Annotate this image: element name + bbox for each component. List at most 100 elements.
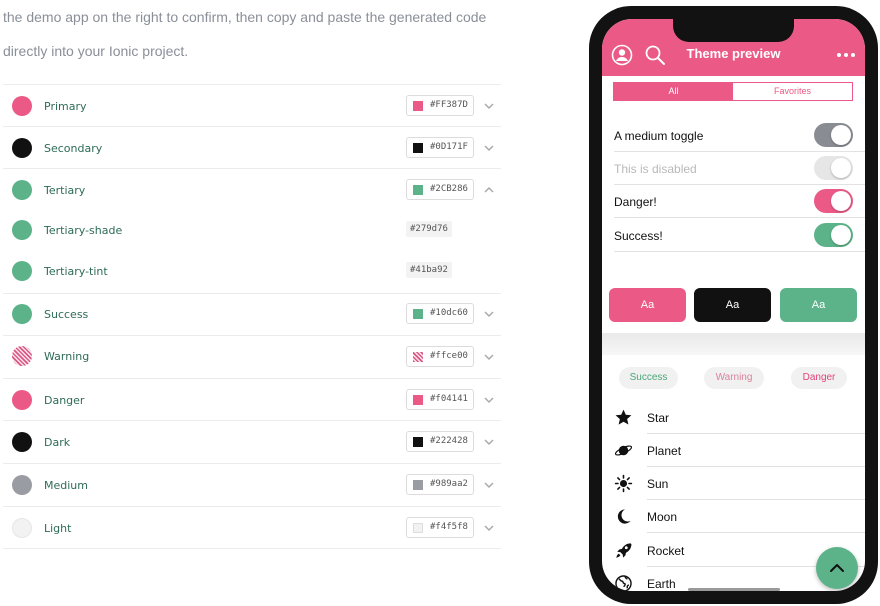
list-item-planet[interactable]: Planet <box>602 434 865 467</box>
color-row-danger[interactable]: Danger #f04141 <box>3 378 501 420</box>
color-name: Dark <box>44 436 71 449</box>
sun-icon <box>614 474 633 493</box>
hex-input[interactable]: #0D171F <box>406 137 474 158</box>
color-row-secondary[interactable]: Secondary #0D171F <box>3 126 501 168</box>
color-row-primary[interactable]: Primary #FF387D <box>3 84 501 126</box>
hex-value: #f04141 <box>430 394 468 404</box>
danger-toggle[interactable] <box>814 189 853 213</box>
home-indicator <box>688 588 780 591</box>
chevron-down-icon[interactable] <box>481 434 497 450</box>
color-dot <box>12 138 32 158</box>
color-name: Warning <box>44 350 90 363</box>
list-item-label: Earth <box>647 577 676 591</box>
more-icon[interactable] <box>835 44 857 66</box>
color-name: Primary <box>44 100 87 113</box>
hex-input[interactable]: #ffce00 <box>406 346 474 367</box>
chevron-down-icon[interactable] <box>481 306 497 322</box>
success-button[interactable]: Aa <box>780 288 857 322</box>
toggle-knob <box>831 125 851 145</box>
hex-swatch <box>413 309 423 319</box>
hex-swatch <box>413 395 423 405</box>
chevron-down-icon[interactable] <box>481 98 497 114</box>
hex-input[interactable]: #FF387D <box>406 95 474 116</box>
list-item-star[interactable]: Star <box>602 401 865 434</box>
color-dot <box>12 390 32 410</box>
color-dot <box>12 220 32 240</box>
primary-button[interactable]: Aa <box>609 288 686 322</box>
color-dot <box>12 261 32 281</box>
color-row-tertiary-shade: Tertiary-shade #279d76 <box>3 210 501 251</box>
list-item-label: Star <box>647 411 670 425</box>
chevron-down-icon[interactable] <box>481 349 497 365</box>
disabled-toggle <box>814 156 853 180</box>
intro-text: the demo app on the right to confirm, th… <box>3 0 523 68</box>
intro-line-2: directly into your Ionic project. <box>3 43 189 59</box>
color-row-warning[interactable]: Warning #ffce00 <box>3 335 501 378</box>
success-toggle[interactable] <box>814 223 853 247</box>
color-row-medium[interactable]: Medium #989aa2 <box>3 463 501 506</box>
divider <box>614 217 865 218</box>
toggle-label: Danger! <box>614 195 657 209</box>
color-row-success[interactable]: Success #10dc60 <box>3 293 501 335</box>
chevron-down-icon[interactable] <box>481 520 497 536</box>
phone-frame: Theme preview All Favorites A medium tog… <box>589 6 878 604</box>
color-name: Danger <box>44 394 85 407</box>
chip-success[interactable]: Success <box>619 367 678 389</box>
color-name: Tertiary-tint <box>44 265 108 278</box>
segment-all[interactable]: All <box>614 83 733 100</box>
hex-value: #41ba92 <box>406 262 452 278</box>
divider <box>614 251 865 252</box>
divider <box>647 532 865 533</box>
hex-swatch <box>413 101 423 111</box>
toggle-row-success: Success! <box>602 219 865 252</box>
color-dot <box>12 518 32 538</box>
scroll-to-top-button[interactable] <box>816 547 858 589</box>
hex-swatch <box>413 480 423 490</box>
phone-screen: Theme preview All Favorites A medium tog… <box>602 19 865 591</box>
chevron-up-icon[interactable] <box>481 182 497 198</box>
list-item-moon[interactable]: Moon <box>602 500 865 533</box>
page-title: Theme preview <box>686 46 781 61</box>
color-list: Primary #FF387D Secondary #0D171F Tertia… <box>3 84 501 549</box>
color-name: Success <box>44 308 89 321</box>
hex-input[interactable]: #f04141 <box>406 389 474 410</box>
segment-favorites[interactable]: Favorites <box>733 83 852 100</box>
color-dot <box>12 180 32 200</box>
chevron-down-icon[interactable] <box>481 477 497 493</box>
color-dot <box>12 475 32 495</box>
hex-value: #2CB286 <box>430 184 468 194</box>
earth-icon <box>615 575 632 591</box>
hex-value: #222428 <box>430 436 468 446</box>
chip-danger[interactable]: Danger <box>791 367 847 389</box>
hex-input[interactable]: #10dc60 <box>406 303 474 324</box>
color-row-light[interactable]: Light #f4f5f8 <box>3 506 501 549</box>
hex-value: #0D171F <box>430 142 468 152</box>
chevron-down-icon[interactable] <box>481 140 497 156</box>
medium-toggle[interactable] <box>814 123 853 147</box>
hex-swatch <box>413 352 423 362</box>
hex-input[interactable]: #2CB286 <box>406 179 474 200</box>
toggle-row-disabled: This is disabled <box>602 152 865 185</box>
color-row-dark[interactable]: Dark #222428 <box>3 420 501 463</box>
list-item-sun[interactable]: Sun <box>602 467 865 500</box>
color-dot <box>12 304 32 324</box>
color-name: Secondary <box>44 142 103 155</box>
hex-input[interactable]: #989aa2 <box>406 474 474 495</box>
chip-warning[interactable]: Warning <box>704 367 764 389</box>
star-icon <box>615 409 632 425</box>
chevron-down-icon[interactable] <box>481 392 497 408</box>
segment-control: All Favorites <box>613 82 853 101</box>
hex-input[interactable]: #f4f5f8 <box>406 517 474 538</box>
color-dot <box>12 346 32 366</box>
color-row-tertiary[interactable]: Tertiary #2CB286 <box>3 168 501 210</box>
list-item-label: Planet <box>647 444 682 458</box>
toggle-label: A medium toggle <box>614 129 704 143</box>
toggle-row-danger: Danger! <box>602 185 865 218</box>
hex-value: #279d76 <box>406 221 452 237</box>
hex-value: #989aa2 <box>430 479 468 489</box>
section-separator <box>602 333 865 355</box>
color-name: Light <box>44 522 72 535</box>
hex-input[interactable]: #222428 <box>406 431 474 452</box>
planet-icon <box>614 445 633 456</box>
dark-button[interactable]: Aa <box>694 288 771 322</box>
